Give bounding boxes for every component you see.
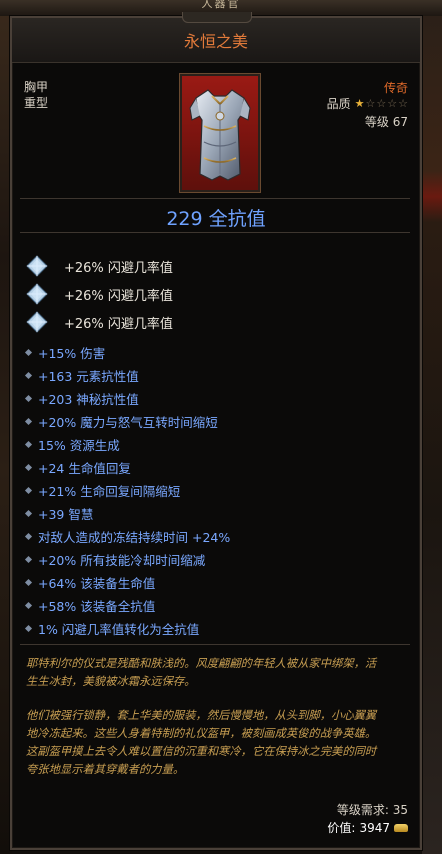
bullet-icon [24, 463, 33, 471]
flavor-text: 耶特利尔的仪式是残酷和肤浅的。风度翩翩的年轻人被从家中绑架，活 生生冰封，美貌被… [26, 657, 377, 776]
bullet-icon [24, 348, 33, 356]
affix-line: +64% 该装备生命值 [24, 574, 155, 591]
diamond-gem-icon [26, 311, 48, 333]
item-level: 等级 67 [364, 115, 408, 129]
background-right [422, 0, 442, 854]
item-name: 永恒之美 [183, 32, 248, 51]
affix-line: +39 智慧 [24, 505, 93, 522]
quality-label: 品质 [326, 97, 351, 111]
affix-line: +58% 该装备全抗值 [24, 597, 155, 614]
divider [20, 644, 410, 645]
item-rarity: 传奇 [383, 81, 408, 95]
item-price: 价值: 3947 [327, 819, 408, 836]
level-requirement: 等级需求: 35 [336, 803, 408, 817]
bullet-icon [24, 578, 33, 586]
bullet-icon [24, 394, 33, 402]
bullet-icon [24, 440, 33, 448]
price-value: 3947 [359, 820, 390, 835]
window-top-tab: 人器官 [201, 0, 241, 10]
item-image-frame[interactable] [180, 74, 260, 192]
star-empty-icon: ☆ [365, 97, 376, 110]
bullet-icon [24, 555, 33, 563]
chest-armor-icon [189, 89, 251, 181]
gem-socket-row[interactable]: +26% 闪避几率值 [26, 283, 173, 305]
quality-stars: ★ ☆ ☆ ☆ ☆ [355, 97, 408, 110]
bullet-icon [24, 601, 33, 609]
affix-line: 15% 资源生成 [24, 436, 120, 453]
divider [20, 198, 410, 199]
primary-stat-value: 229 全抗值 [166, 208, 266, 230]
gold-coins-icon [394, 823, 408, 832]
affix-line: +163 元素抗性值 [24, 367, 139, 384]
star-empty-icon: ☆ [398, 97, 408, 110]
affix-line: 1% 闪避几率值转化为全抗值 [24, 620, 199, 637]
price-label: 价值: [327, 821, 356, 835]
item-quality: 品质 ★ ☆ ☆ ☆ ☆ [327, 95, 408, 112]
affix-line: +20% 所有技能冷却时间缩减 [24, 551, 205, 568]
affix-line: +21% 生命回复间隔缩短 [24, 482, 180, 499]
affix-line: 对敌人造成的冻结持续时间 +24% [24, 528, 230, 545]
title-bar: 永恒之美 [12, 12, 420, 63]
gem-socket-row[interactable]: +26% 闪避几率值 [26, 311, 173, 333]
diamond-gem-icon [26, 255, 48, 277]
bullet-icon [24, 486, 33, 494]
gem-bonus-text: +26% 闪避几率值 [64, 316, 173, 332]
star-empty-icon: ☆ [387, 97, 398, 110]
divider [20, 232, 410, 233]
item-slot: 胸甲 [24, 80, 49, 94]
bullet-icon [24, 509, 33, 517]
affix-line: +20% 魔力与怒气互转时间缩短 [24, 413, 218, 430]
gem-bonus-text: +26% 闪避几率值 [64, 260, 173, 276]
affix-line: +24 生命值回复 [24, 459, 131, 476]
diamond-gem-icon [26, 283, 48, 305]
bullet-icon [24, 371, 33, 379]
star-empty-icon: ☆ [376, 97, 387, 110]
title-crest [182, 12, 252, 23]
bullet-icon [24, 624, 33, 632]
star-filled-icon: ★ [354, 97, 365, 110]
bullet-icon [24, 417, 33, 425]
item-tooltip: 永恒之美 胸甲 重型 传奇 品质 ★ ☆ ☆ ☆ ☆ 等级 67 229 全抗值… [10, 12, 422, 850]
gem-socket-row[interactable]: +26% 闪避几率值 [26, 255, 173, 277]
affix-line: +15% 伤害 [24, 344, 105, 361]
gem-bonus-text: +26% 闪避几率值 [64, 288, 173, 304]
item-weight-class: 重型 [24, 96, 49, 110]
bullet-icon [24, 532, 33, 540]
affix-line: +203 神秘抗性值 [24, 390, 139, 407]
